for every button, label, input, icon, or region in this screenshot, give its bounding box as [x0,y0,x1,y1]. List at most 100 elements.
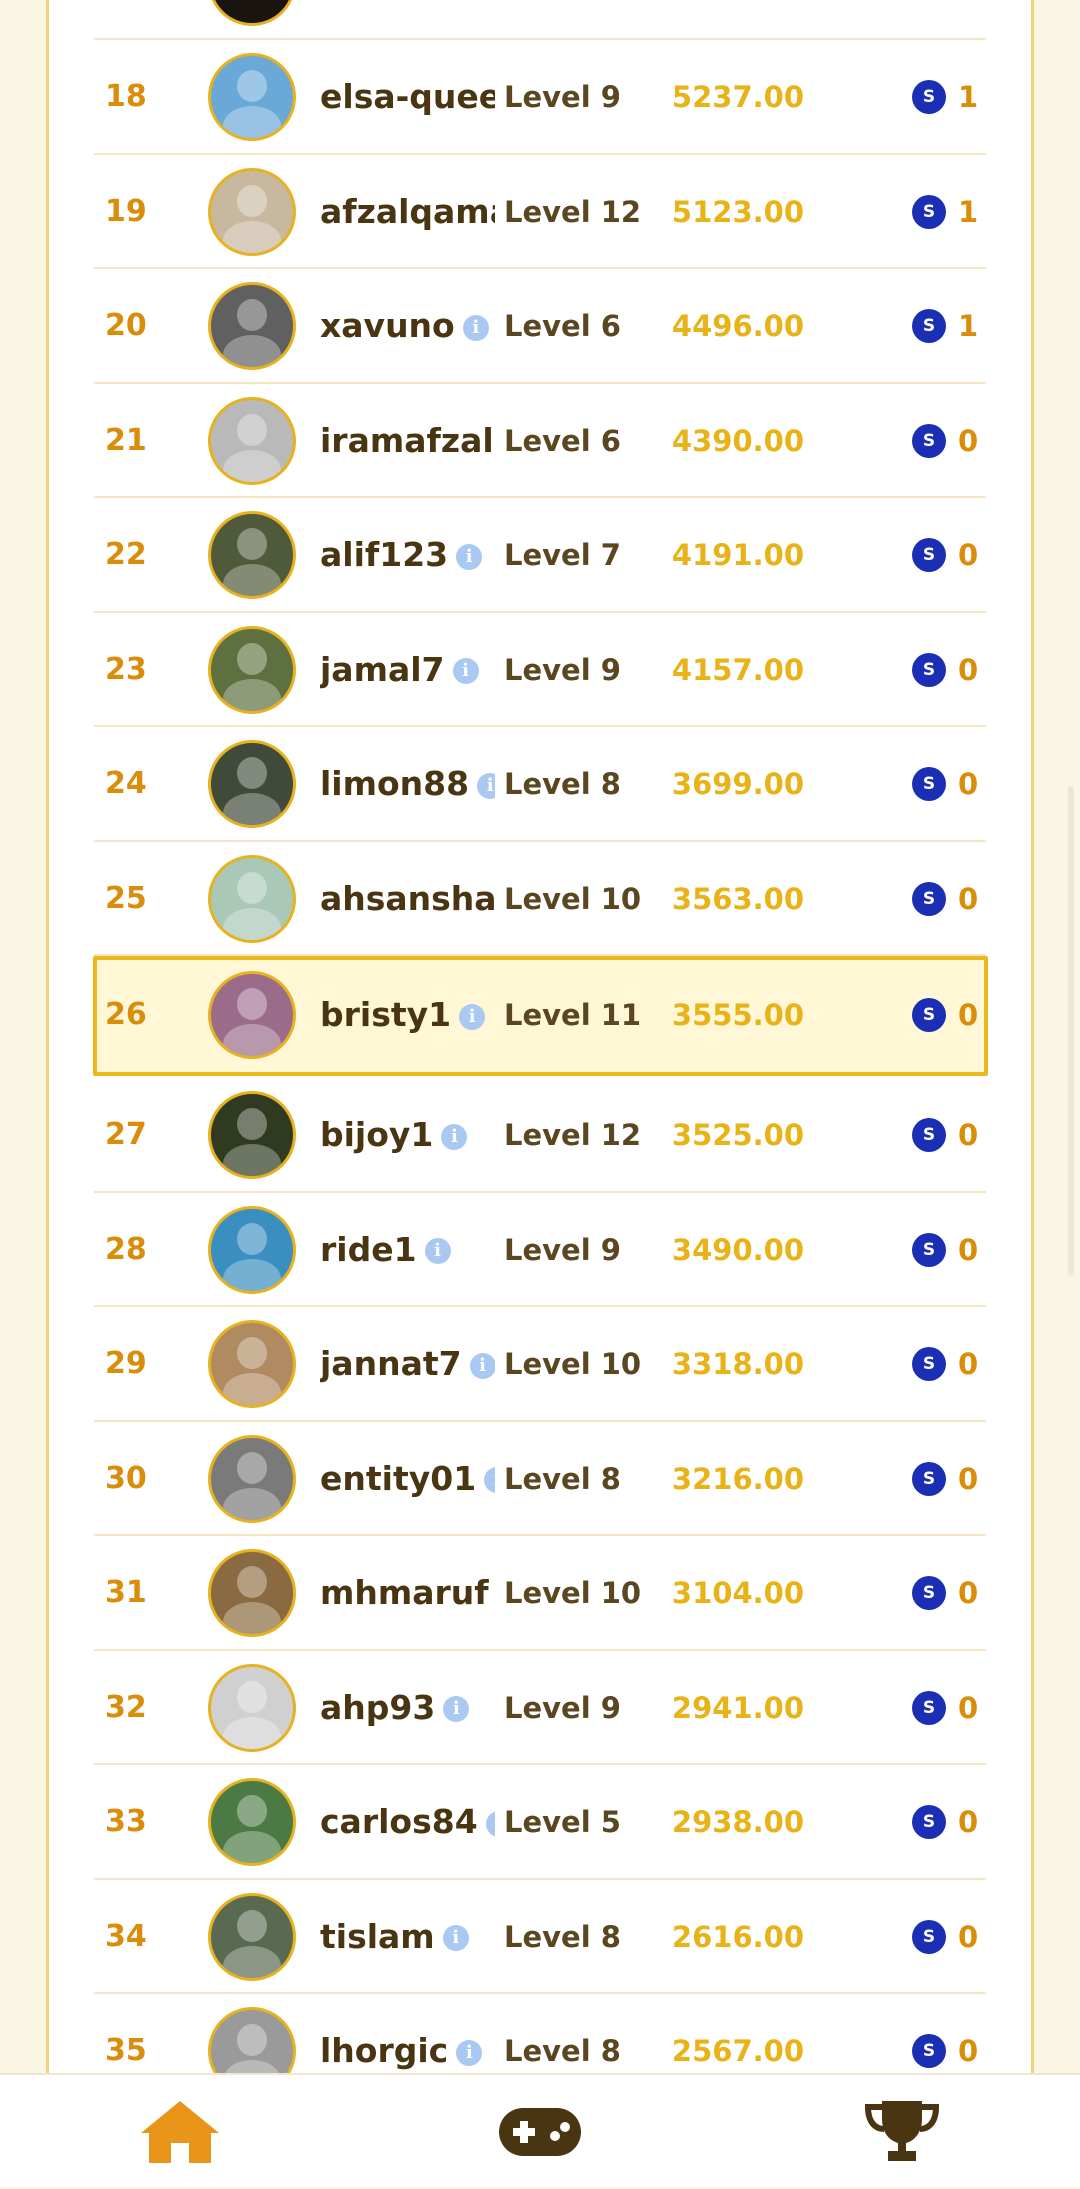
reward-count: 0 [958,1805,979,1839]
info-icon[interactable]: i [462,314,489,341]
username-text: jannat7 [320,1344,462,1383]
username-text: iramafzal [320,420,494,460]
rank-number: 22 [105,537,147,572]
avatar[interactable] [208,625,296,714]
steem-coin-icon: S [912,1805,946,1839]
leaderboard-row[interactable]: 18 elsa-queer Level 9 5237.00 S1 [0,40,1080,155]
leaderboard-row[interactable]: 20 xavuno i Level 6 4496.00 S 1 [0,269,1080,384]
leaderboard-row[interactable]: 25 ahsanshari Level 10 3563.00 S0 [0,842,1080,956]
username[interactable]: afzalqama [320,155,495,269]
leaderboard-row[interactable]: 24 limon88 i Level 8 3699.00 S 0 [0,727,1080,842]
username[interactable]: alif123 i [320,498,495,612]
username[interactable]: iramafzali [320,384,495,498]
avatar[interactable] [208,1205,296,1294]
username[interactable]: ahp93 i [320,1651,495,1765]
reward-count: 0 [958,1576,979,1610]
score-value: 4157.00 [671,652,804,687]
username[interactable]: mhmarufi [320,1536,495,1650]
avatar[interactable] [208,167,296,256]
level-label: Level 8 [504,1919,621,1954]
scrollbar[interactable] [1068,786,1074,1276]
reward-count: 0 [958,998,979,1032]
username[interactable]: ride1 i [320,1193,495,1307]
leaderboard-row[interactable]: 29 jannat7 i Level 10 3318.00 S 0 [0,1307,1080,1422]
leaderboard-row[interactable]: 34 tislam i Level 8 2616.00 S 0 [0,1880,1080,1994]
nav-home-button[interactable] [130,2075,230,2189]
avatar[interactable] [208,282,296,370]
info-icon[interactable]: i [452,658,479,684]
avatar[interactable] [208,1892,296,1981]
rank-number: 28 [105,1231,147,1267]
username[interactable]: bristy1 i [320,958,495,1072]
avatar-body [223,335,281,367]
username[interactable]: ahsanshari [320,842,495,956]
username[interactable]: elsa-queer [320,40,495,154]
username[interactable]: jamal7 i [320,613,495,727]
avatar[interactable] [208,1091,296,1179]
leaderboard-list: 18elsa-queerLevel 95237.00S119afzalqamaL… [0,40,1080,2109]
avatar-body [223,220,281,253]
info-icon[interactable]: i [456,2039,483,2066]
avatar-body [223,678,281,711]
info-icon[interactable]: i [442,1925,469,1951]
leaderboard-row[interactable]: 22 alif123 i Level 7 4191.00 S 0 [0,498,1080,613]
reward-count: 0 [958,1118,979,1152]
avatar[interactable] [208,854,296,943]
leaderboard-row[interactable]: 33 carlos84 i Level 5 2938.00 S0 [0,1765,1080,1880]
username[interactable]: bijoy1 i [320,1078,495,1192]
leaderboard-row[interactable]: 32 ahp93 i Level 9 2941.00 S 0 [0,1651,1080,1765]
leaderboard-row[interactable]: 19 afzalqama Level 12 5123.00 S 1 [0,155,1080,269]
leaderboard-row[interactable]: 30 entity01 i Level 8 3216.00 S0 [0,1422,1080,1536]
steem-coin-icon: S [912,1690,946,1725]
avatar[interactable] [208,511,296,599]
leaderboard-row[interactable]: 23 jamal7 i Level 9 4157.00 S 0 [0,613,1080,727]
avatar-head [237,184,267,217]
username[interactable]: entity01 i [320,1422,495,1536]
info-icon[interactable]: i [424,1238,451,1264]
info-icon[interactable]: i [456,543,483,570]
avatar[interactable] [208,53,296,141]
avatar-body [223,1373,281,1405]
nav-games-button[interactable] [490,2075,590,2189]
avatar-body [223,564,281,596]
username[interactable]: carlos84 i [320,1765,495,1879]
score-value: 3216.00 [671,1461,804,1496]
level-label: Level 8 [504,767,621,801]
steem-coin-icon: S [912,767,946,801]
leaderboard-row-current-user[interactable]: 26 bristy1 i Level 11 3555.00 S 0 [0,953,1080,1078]
username[interactable]: tislam i [320,1880,495,1994]
avatar-body [223,793,281,825]
avatar[interactable] [208,396,296,485]
info-icon[interactable]: i [485,1810,495,1837]
avatar[interactable] [208,1663,296,1752]
username-text: lhorgic [320,2031,449,2070]
username[interactable]: jannat7 i [320,1307,495,1421]
leaderboard-row[interactable]: 27 bijoy1 i Level 12 3525.00 S 0 [0,1078,1080,1193]
nav-leaderboard-button[interactable] [852,2075,952,2189]
info-icon[interactable]: i [443,1696,470,1722]
info-icon[interactable]: i [477,772,495,799]
info-icon[interactable]: i [459,1003,486,1030]
info-icon[interactable]: i [441,1123,468,1150]
avatar[interactable] [208,971,296,1059]
username-text: alif123 [320,535,449,574]
rank-number: 20 [105,308,147,343]
info-icon[interactable]: i [484,1467,495,1493]
score-value: 5237.00 [671,80,804,114]
avatar[interactable] [208,740,296,828]
username[interactable]: xavuno i [320,269,495,383]
info-icon[interactable]: i [469,1352,495,1379]
leaderboard-row[interactable]: 31 mhmarufi Level 10 3104.00 S0 [0,1536,1080,1651]
leaderboard-page: 18elsa-queerLevel 95237.00S119afzalqamaL… [0,0,1080,2187]
leaderboard-row[interactable]: 21 iramafzali Level 6 4390.00 S0 [0,384,1080,498]
username[interactable]: limon88 i [320,727,495,841]
avatar[interactable] [208,1549,296,1637]
avatar[interactable] [208,1320,296,1408]
steem-coin-icon: S [912,1919,946,1954]
avatar[interactable] [208,1778,296,1866]
score-value: 4191.00 [671,538,804,572]
avatar[interactable] [208,1434,296,1523]
avatar-body [223,1258,281,1291]
leaderboard-row[interactable]: 28 ride1 i Level 9 3490.00 S 0 [0,1193,1080,1307]
reward-count: 0 [958,1919,979,1954]
